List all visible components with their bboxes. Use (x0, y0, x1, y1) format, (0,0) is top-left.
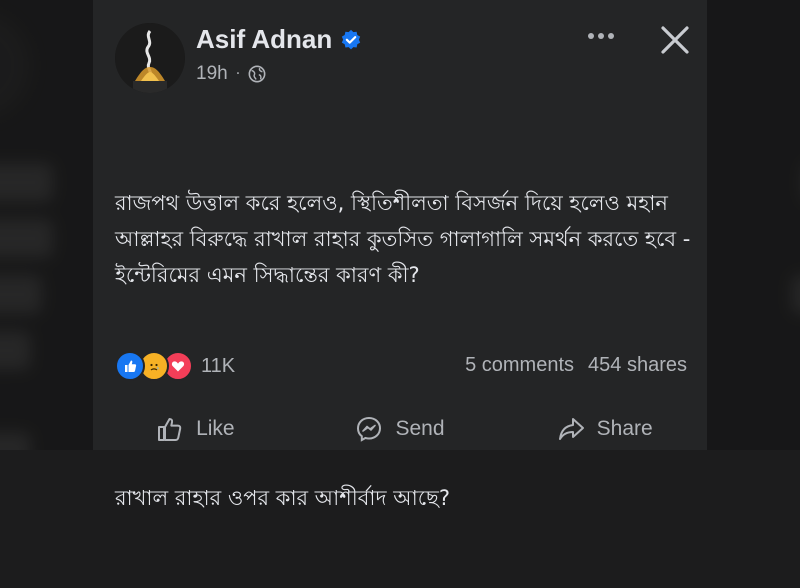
like-button[interactable]: Like (93, 408, 298, 450)
more-options-button[interactable] (581, 22, 621, 50)
like-label: Like (196, 417, 235, 440)
post-time[interactable]: 19h (196, 63, 228, 85)
author-row: Asif Adnan (196, 24, 362, 55)
share-button[interactable]: Share (502, 408, 707, 450)
more-dot (588, 33, 594, 39)
send-label: Send (395, 417, 445, 440)
thumbs-up-icon (158, 418, 182, 441)
globe-icon (248, 65, 266, 83)
like-reaction-icon (115, 351, 145, 381)
post-paragraph: রাজপথ উত্তাল করে হলেও, স্থিতিশীলতা বিসর্… (115, 191, 698, 287)
messenger-icon (357, 416, 382, 442)
meta-separator: · (235, 66, 241, 82)
verified-badge-icon (342, 29, 361, 49)
share-label: Share (596, 417, 653, 440)
author-name[interactable]: Asif Adnan (196, 24, 332, 55)
avatar-image (115, 23, 185, 93)
close-icon[interactable] (653, 18, 697, 62)
post-card: Asif Adnan 19h · রাজপথ উত্তাল করে হলেও, … (93, 0, 707, 510)
shares-count[interactable]: 454 shares (588, 354, 687, 377)
reactions-summary[interactable]: 11K (115, 351, 235, 381)
more-dot (608, 33, 614, 39)
post-meta: 19h · (196, 63, 266, 85)
share-arrow-icon (558, 418, 584, 440)
post-paragraph: রাখাল রাহার ওপর কার আশীর্বাদ আছে? (115, 486, 451, 510)
right-shade (707, 0, 800, 450)
more-dot (598, 33, 604, 39)
engagement-stats: 5 comments 454 shares (465, 354, 687, 377)
send-button[interactable]: Send (298, 408, 503, 450)
reaction-count: 11K (201, 354, 236, 377)
avatar[interactable] (115, 23, 185, 93)
left-shade (0, 0, 93, 450)
action-bar: Like Send Share (93, 408, 707, 450)
comments-count[interactable]: 5 comments (465, 354, 574, 377)
